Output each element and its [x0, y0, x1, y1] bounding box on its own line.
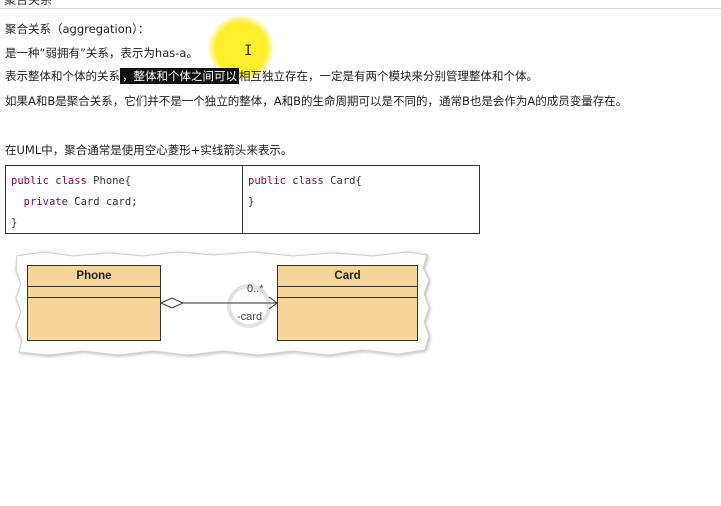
phone-card-field: private Card card; [23, 196, 138, 208]
uml-diagram: 动力 Phone Card 0..* -card [13, 250, 436, 358]
relationship-line-start: 表示整体和个体的关系 [5, 69, 120, 83]
multiplicity-label: 0..* [247, 283, 264, 295]
card-class-box[interactable]: Card [277, 265, 418, 341]
phone-methods-section [28, 298, 160, 308]
code-table: public class Phone{ private Card card; }… [5, 165, 480, 234]
section-heading: 聚合关系（aggregation）： [5, 22, 150, 36]
definition-line: 是一种“弱拥有”关系，表示为has-a。 [5, 46, 198, 60]
header-divider [0, 8, 721, 9]
phone-class-decl: public class Phone{ [11, 175, 132, 187]
phone-class-end: } [11, 217, 18, 229]
phone-attributes-section [28, 287, 160, 298]
phone-class-box[interactable]: Phone [27, 265, 161, 341]
card-class-end: } [248, 196, 255, 208]
text-cursor-icon: I [244, 43, 253, 59]
lifecycle-line: 如果A和B是聚合关系，它们并不是一个独立的整体，A和B的生命周期可以是不同的，通… [5, 94, 628, 108]
uml-notation-line: 在UML中，聚合通常是使用空心菱形+实线箭头来表示。 [5, 143, 293, 157]
relationship-line: 表示整体和个体的关系 ，整体和个体之间可以 相互独立存在，一定是有两个模块来分别管理… [5, 68, 538, 84]
card-attributes-section [278, 287, 417, 298]
phone-class-name: Phone [28, 266, 160, 287]
relationship-line-end: 相互独立存在，一定是有两个模块来分别管理整体和个体。 [239, 69, 538, 83]
card-class-name: Card [278, 266, 417, 287]
role-label: -card [237, 311, 263, 323]
card-code-cell: public class Card{ } [242, 166, 479, 233]
selected-text[interactable]: ，整体和个体之间可以 [120, 68, 239, 84]
cut-off-title: 聚合关系 [4, 0, 53, 7]
phone-code-cell: public class Phone{ private Card card; } [6, 166, 242, 233]
card-class-decl: public class Card{ [248, 175, 362, 187]
card-methods-section [278, 298, 417, 308]
